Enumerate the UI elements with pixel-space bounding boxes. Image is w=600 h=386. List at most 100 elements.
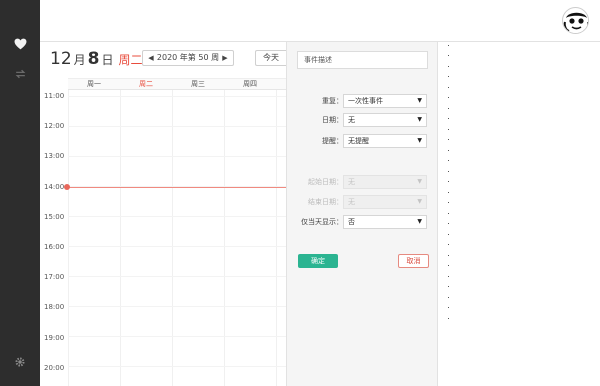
right-pane <box>439 42 600 386</box>
dot <box>448 255 449 256</box>
dot <box>448 76 449 77</box>
confirm-button[interactable]: 确定 <box>298 254 338 268</box>
reminder-select[interactable]: 无提醒 ▼ <box>343 134 427 148</box>
dot <box>448 213 449 214</box>
grid-line <box>68 366 286 367</box>
dot <box>448 118 449 119</box>
grid-line <box>68 276 286 277</box>
dot <box>448 265 449 266</box>
dot <box>448 55 449 56</box>
grid-line <box>68 246 286 247</box>
dot <box>448 139 449 140</box>
date-label: 日期： <box>322 116 343 124</box>
calendar-view: 12 月 8 日周二 ◀ 2020 年第 50 周 ▶ 今天 周一 周二 周三 周四 … <box>40 42 286 386</box>
show-only-that-day-select[interactable]: 否 ▼ <box>343 215 427 229</box>
grid-line <box>68 90 69 386</box>
show-only-that-day-row: 仅当天显示： 否 ▼ <box>287 215 439 229</box>
chevron-down-icon: ▼ <box>417 97 422 104</box>
day-header: 周四 <box>243 80 257 88</box>
date-value: 无 <box>348 116 355 124</box>
time-grid[interactable] <box>68 90 286 386</box>
start-date-row: 起始日期： 无 ▼ <box>287 175 439 189</box>
grid-line <box>172 90 173 386</box>
month-unit: 月 <box>73 53 86 67</box>
start-date-label: 起始日期： <box>308 178 343 186</box>
grid-line <box>68 306 286 307</box>
dot <box>448 150 449 151</box>
time-label: 16:00 <box>44 243 65 251</box>
current-time-line <box>67 187 286 188</box>
dot <box>448 87 449 88</box>
date-row: 日期： 无 ▼ <box>287 113 439 127</box>
dot <box>448 234 449 235</box>
dot <box>448 45 449 46</box>
chevron-down-icon: ▼ <box>417 198 422 205</box>
week-navigator: ◀ 2020 年第 50 周 ▶ <box>142 50 234 66</box>
grid-line <box>68 126 286 127</box>
repeat-row: 重复： 一次性事件 ▼ <box>287 94 439 108</box>
day-number: 8 <box>87 49 100 69</box>
chevron-down-icon: ▼ <box>417 218 422 225</box>
start-date-value: 无 <box>348 178 355 186</box>
today-button[interactable]: 今天 <box>255 50 286 66</box>
time-label: 19:00 <box>44 334 65 342</box>
repeat-value: 一次性事件 <box>348 97 383 105</box>
time-label: 12:00 <box>44 122 65 130</box>
sync-icon[interactable] <box>0 68 40 84</box>
show-only-that-day-label: 仅当天显示： <box>301 218 343 226</box>
dot <box>448 160 449 161</box>
next-week-icon[interactable]: ▶ <box>220 51 230 65</box>
dot <box>448 244 449 245</box>
end-date-select: 无 ▼ <box>343 195 427 209</box>
top-bar <box>40 0 600 42</box>
day-header: 周一 <box>87 80 101 88</box>
time-label: 17:00 <box>44 273 65 281</box>
grid-line <box>224 90 225 386</box>
repeat-label: 重复： <box>322 97 343 105</box>
settings-icon[interactable] <box>0 356 40 372</box>
current-time-dot <box>64 184 70 190</box>
reminder-label: 提醒： <box>322 137 343 145</box>
dot <box>448 192 449 193</box>
prev-week-icon[interactable]: ◀ <box>146 51 156 65</box>
event-form-panel: 事件描述 重复： 一次性事件 ▼ 日期： 无 ▼ 提醒： 无提醒 ▼ 起始日期：… <box>286 42 438 386</box>
grid-line <box>68 96 286 97</box>
avatar[interactable] <box>562 7 589 34</box>
grid-line <box>120 90 121 386</box>
grid-line <box>68 336 286 337</box>
dot <box>448 171 449 172</box>
dot <box>448 223 449 224</box>
cancel-button[interactable]: 取消 <box>398 254 429 268</box>
date-select[interactable]: 无 ▼ <box>343 113 427 127</box>
time-label: 13:00 <box>44 152 65 160</box>
dot <box>448 97 449 98</box>
time-label: 14:00 <box>44 183 65 191</box>
day-unit: 日 <box>101 53 114 67</box>
dot <box>448 318 449 319</box>
dot <box>448 181 449 182</box>
week-label: 2020 年第 50 周 <box>156 53 220 62</box>
dot <box>448 307 449 308</box>
heart-icon[interactable] <box>0 38 40 54</box>
repeat-select[interactable]: 一次性事件 ▼ <box>343 94 427 108</box>
day-header-row: 周一 周二 周三 周四 <box>68 78 286 90</box>
grid-line <box>68 216 286 217</box>
time-label: 20:00 <box>44 364 65 372</box>
dot <box>448 297 449 298</box>
dot <box>448 129 449 130</box>
dot <box>448 202 449 203</box>
dot <box>448 276 449 277</box>
reminder-value: 无提醒 <box>348 137 369 145</box>
current-date: 12 月 8 日周二 <box>50 49 143 73</box>
end-date-label: 结束日期： <box>308 198 343 206</box>
month-number: 12 <box>50 49 72 69</box>
chevron-down-icon: ▼ <box>417 137 422 144</box>
reminder-row: 提醒： 无提醒 ▼ <box>287 134 439 148</box>
time-label: 15:00 <box>44 213 65 221</box>
dot <box>448 108 449 109</box>
end-date-row: 结束日期： 无 ▼ <box>287 195 439 209</box>
event-description-input[interactable]: 事件描述 <box>297 51 428 69</box>
day-header: 周二 <box>139 80 153 88</box>
dot <box>448 66 449 67</box>
time-label: 11:00 <box>44 92 65 100</box>
